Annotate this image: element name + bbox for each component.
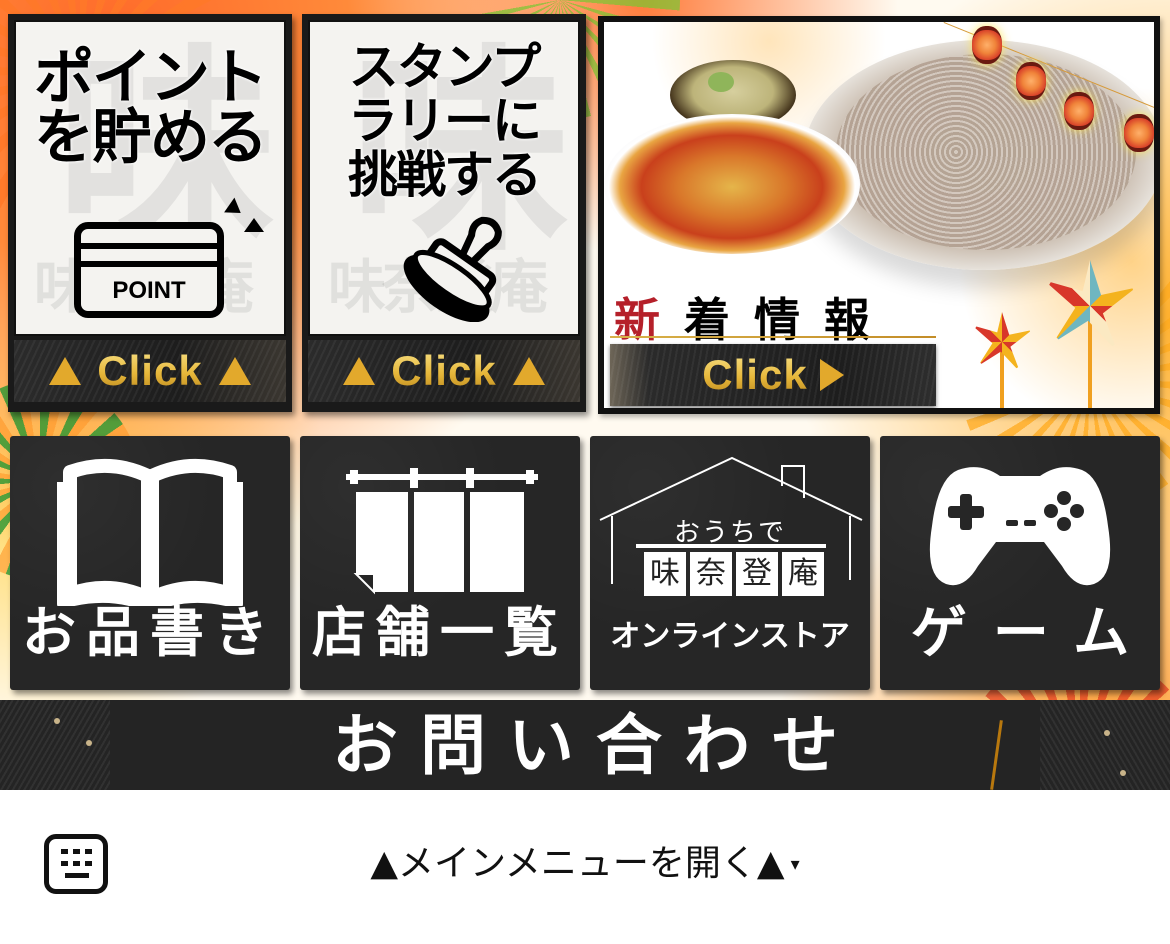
- tile-online-store[interactable]: おうちで 味 奈 登 庵 オンラインストア: [590, 436, 870, 690]
- tile-stores-label: 店舗一覧: [312, 601, 568, 664]
- tile-menu-label: お品書き: [22, 601, 278, 664]
- tile-stores[interactable]: 店舗一覧: [300, 436, 580, 690]
- news-click-button[interactable]: Click: [610, 344, 936, 406]
- points-click-button[interactable]: Click: [14, 340, 286, 402]
- triangle-up-icon: [49, 357, 82, 385]
- sparkle-icon: [244, 218, 264, 232]
- online-store-subtitle: おうちで: [673, 518, 786, 548]
- rich-menu: 味 味奈登庵 ポイント を貯める POINT Click 味 味奈登庵: [0, 0, 1170, 790]
- house-icon: おうちで 味 奈 登 庵: [590, 456, 870, 606]
- tile-game-label: ゲーム: [910, 601, 1156, 666]
- tile-menu[interactable]: お品書き: [10, 436, 290, 690]
- stamp-rally-card[interactable]: 味 味奈登庵 スタンプ ラリーに 挑戦する Click: [302, 14, 586, 412]
- menu-toggle-button[interactable]: ▲メインメニューを開く▲ ▾: [0, 838, 1170, 891]
- lantern-icon: [1016, 62, 1046, 100]
- tile-online-store-label: オンラインストア: [610, 619, 850, 654]
- news-card-title: 新着情報: [614, 293, 894, 347]
- stamp-rally-card-title: スタンプ ラリーに 挑戦する: [348, 38, 542, 204]
- contact-label: お問い合わせ: [332, 707, 860, 784]
- lantern-icon: [1124, 114, 1154, 152]
- contact-button[interactable]: お問い合わせ: [0, 700, 1170, 790]
- points-card[interactable]: 味 味奈登庵 ポイント を貯める POINT Click: [8, 14, 292, 412]
- points-card-title: ポイント を貯める: [34, 43, 268, 173]
- news-card[interactable]: 新着情報 Click: [598, 16, 1160, 414]
- menu-toggle-label: ▲メインメニューを開く▲: [370, 843, 785, 884]
- stamp-rally-click-button[interactable]: Click: [308, 340, 580, 402]
- gamepad-icon: [929, 467, 1111, 586]
- points-card-panel: 味 味奈登庵 ポイント を貯める POINT: [14, 20, 286, 336]
- stamp-icon: [403, 216, 502, 322]
- noren-curtain-icon: [346, 468, 538, 595]
- tile-game[interactable]: ゲーム: [880, 436, 1160, 690]
- point-card-icon: POINT: [74, 222, 224, 318]
- point-card-icon-label: POINT: [112, 277, 186, 304]
- gold-divider: [610, 336, 936, 338]
- triangle-up-icon: [343, 357, 376, 385]
- lantern-icon: [972, 26, 1002, 64]
- triangle-up-icon: [218, 357, 251, 385]
- wasabi-image: [708, 72, 734, 92]
- triangle-right-icon: [819, 359, 844, 391]
- open-book-icon: [57, 458, 243, 606]
- chevron-down-icon: ▾: [790, 854, 800, 875]
- lantern-icon: [1064, 92, 1094, 130]
- online-store-brand: 味 奈 登 庵: [644, 552, 824, 596]
- stamp-rally-card-panel: 味 味奈登庵 スタンプ ラリーに 挑戦する: [308, 20, 580, 336]
- triangle-up-icon: [512, 357, 545, 385]
